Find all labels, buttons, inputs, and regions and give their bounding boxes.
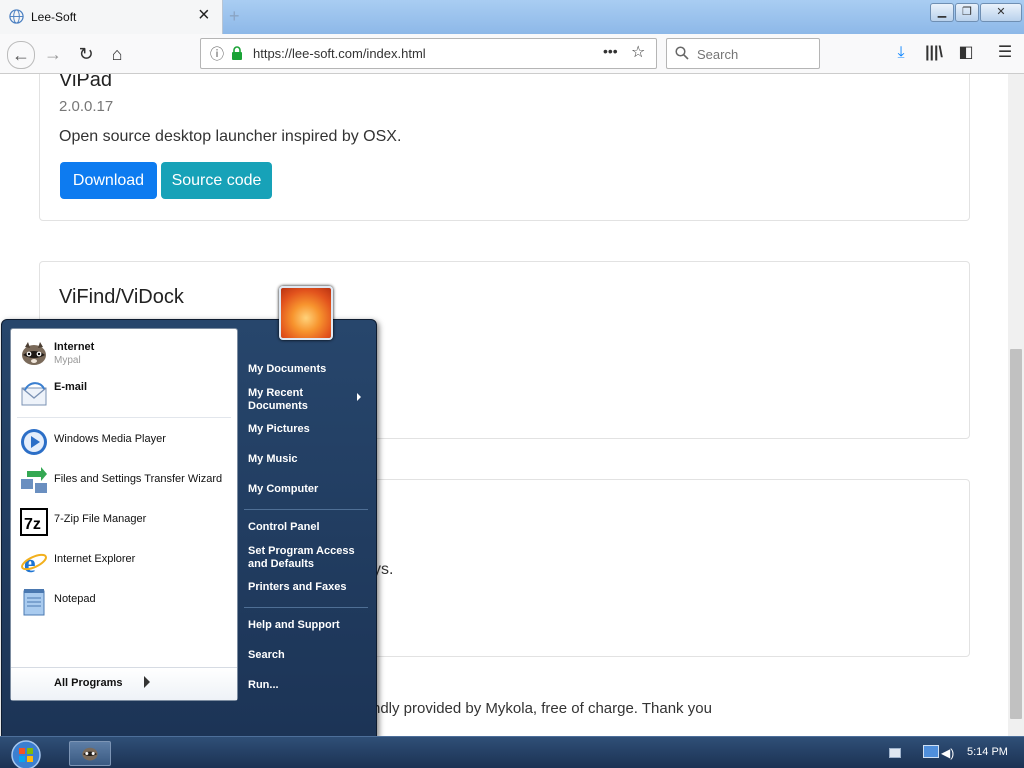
all-programs-label: All Programs	[54, 677, 123, 689]
menu-label-line: Documents	[248, 400, 308, 412]
mail-icon	[21, 382, 47, 406]
search-icon	[675, 46, 689, 60]
footer-text: ndly provided by Mykola, free of charge.…	[372, 700, 712, 717]
transfer-wizard-icon	[21, 467, 47, 493]
search-bar[interactable]	[666, 38, 820, 69]
search-input[interactable]	[695, 44, 817, 64]
product-title: ViFind/ViDock	[59, 286, 184, 308]
more-actions-icon[interactable]: •••	[603, 43, 618, 59]
bookmark-star-icon[interactable]: ☆	[631, 42, 645, 62]
browser-toolbar: ← → ↻ ⌂ ⓘ https://lee-soft.com/index.htm…	[0, 34, 1024, 74]
printers-faxes-link[interactable]: Printers and Faxes	[248, 581, 346, 594]
my-documents-link[interactable]: My Documents	[248, 363, 326, 376]
home-button[interactable]: ⌂	[104, 41, 130, 67]
globe-icon	[9, 9, 24, 24]
vertical-scrollbar[interactable]	[1008, 74, 1024, 736]
program-label: Internet	[54, 341, 95, 353]
seven-zip-icon: 7z	[20, 508, 48, 536]
tab-title: Lee-Soft	[31, 10, 77, 24]
search-link[interactable]: Search	[248, 649, 285, 662]
separator	[17, 417, 231, 418]
url-text: https://lee-soft.com/index.html	[253, 46, 426, 61]
url-bar[interactable]: ⓘ https://lee-soft.com/index.html ••• ☆	[200, 38, 657, 69]
program-label: Internet Explorer	[54, 553, 136, 565]
recent-internet-explorer[interactable]: e Internet Explorer	[17, 545, 235, 579]
minimize-button[interactable]: ▁	[930, 3, 954, 22]
scrollbar-thumb[interactable]	[1010, 349, 1022, 719]
svg-text:e: e	[24, 549, 36, 577]
start-menu: Internet Mypal E-mail Windows Media Play…	[1, 319, 377, 738]
help-support-link[interactable]: Help and Support	[248, 619, 340, 632]
submenu-arrow-icon	[357, 393, 361, 401]
my-recent-documents-link[interactable]: My Recent Documents	[248, 387, 308, 413]
raccoon-browser-icon	[82, 747, 98, 761]
menu-label-line: My Recent	[248, 387, 304, 399]
network-icon[interactable]	[923, 745, 939, 758]
lock-icon	[232, 46, 242, 60]
recent-7zip[interactable]: 7z 7-Zip File Manager	[17, 505, 235, 539]
menu-label-line: and Defaults	[248, 558, 315, 570]
maximize-button[interactable]: ❐	[955, 3, 979, 22]
download-button[interactable]: Download	[60, 162, 157, 199]
program-label: 7-Zip File Manager	[54, 513, 147, 525]
start-menu-programs: Internet Mypal E-mail Windows Media Play…	[10, 328, 238, 701]
close-tab-icon[interactable]: ×	[198, 5, 210, 25]
internet-explorer-icon: e	[21, 549, 47, 577]
taskbar	[0, 736, 1024, 768]
menu-label-line: Set Program Access	[248, 545, 355, 557]
browser-titlebar: Lee-Soft × + ▁ ❐ ✕	[0, 0, 1024, 34]
info-icon[interactable]: ⓘ	[210, 44, 224, 64]
recent-media-player[interactable]: Windows Media Player	[17, 425, 235, 459]
browser-tab[interactable]: Lee-Soft ×	[0, 0, 223, 34]
separator	[244, 607, 368, 608]
sidebar-icon[interactable]: ◧	[955, 42, 977, 64]
recent-notepad[interactable]: Notepad	[17, 585, 235, 619]
program-label: Notepad	[54, 593, 96, 605]
source-code-button[interactable]: Source code	[161, 162, 272, 199]
product-description: Open source desktop launcher inspired by…	[59, 128, 402, 145]
window-controls: ▁ ❐ ✕	[930, 3, 1022, 22]
set-program-access-link[interactable]: Set Program Access and Defaults	[248, 545, 355, 571]
product-title: ViPad	[59, 74, 113, 91]
user-picture[interactable]	[279, 286, 333, 340]
program-label: Files and Settings Transfer Wizard	[54, 473, 223, 485]
product-card-vipad: ViPad 2.0.0.17 Open source desktop launc…	[39, 74, 970, 221]
taskbar-mypal-button[interactable]	[69, 741, 111, 766]
raccoon-browser-icon	[22, 342, 46, 365]
control-panel-link[interactable]: Control Panel	[248, 521, 320, 534]
reload-button[interactable]: ↻	[73, 41, 99, 67]
svg-text:7z: 7z	[24, 516, 41, 533]
close-window-button[interactable]: ✕	[980, 3, 1022, 22]
program-sublabel: Mypal	[54, 355, 81, 366]
new-tab-icon[interactable]: +	[229, 6, 240, 27]
pinned-email[interactable]: E-mail	[17, 377, 235, 411]
pinned-internet[interactable]: Internet Mypal	[17, 337, 235, 371]
program-label: E-mail	[54, 381, 88, 393]
run-link[interactable]: Run...	[248, 679, 279, 692]
all-programs-button[interactable]: All Programs	[11, 667, 237, 700]
back-button[interactable]: ←	[7, 41, 35, 69]
forward-button[interactable]: →	[40, 41, 66, 67]
arrow-right-icon	[144, 676, 150, 688]
notepad-icon	[23, 589, 45, 616]
recent-transfer-wizard[interactable]: Files and Settings Transfer Wizard	[17, 465, 235, 499]
media-player-icon	[21, 429, 47, 455]
keyboard-icon[interactable]	[889, 748, 901, 758]
downloads-icon[interactable]: ⤓	[890, 42, 912, 64]
library-icon[interactable]: |||\	[923, 42, 945, 64]
volume-icon[interactable]: ◀)	[941, 746, 954, 760]
product-version: 2.0.0.17	[59, 98, 114, 115]
taskbar-clock[interactable]: 5:14 PM	[967, 746, 1008, 758]
program-label: Windows Media Player	[54, 433, 166, 445]
separator	[244, 509, 368, 510]
my-computer-link[interactable]: My Computer	[248, 483, 318, 496]
start-button[interactable]	[7, 739, 45, 768]
menu-icon[interactable]: ☰	[994, 42, 1016, 64]
my-pictures-link[interactable]: My Pictures	[248, 423, 310, 436]
my-music-link[interactable]: My Music	[248, 453, 298, 466]
